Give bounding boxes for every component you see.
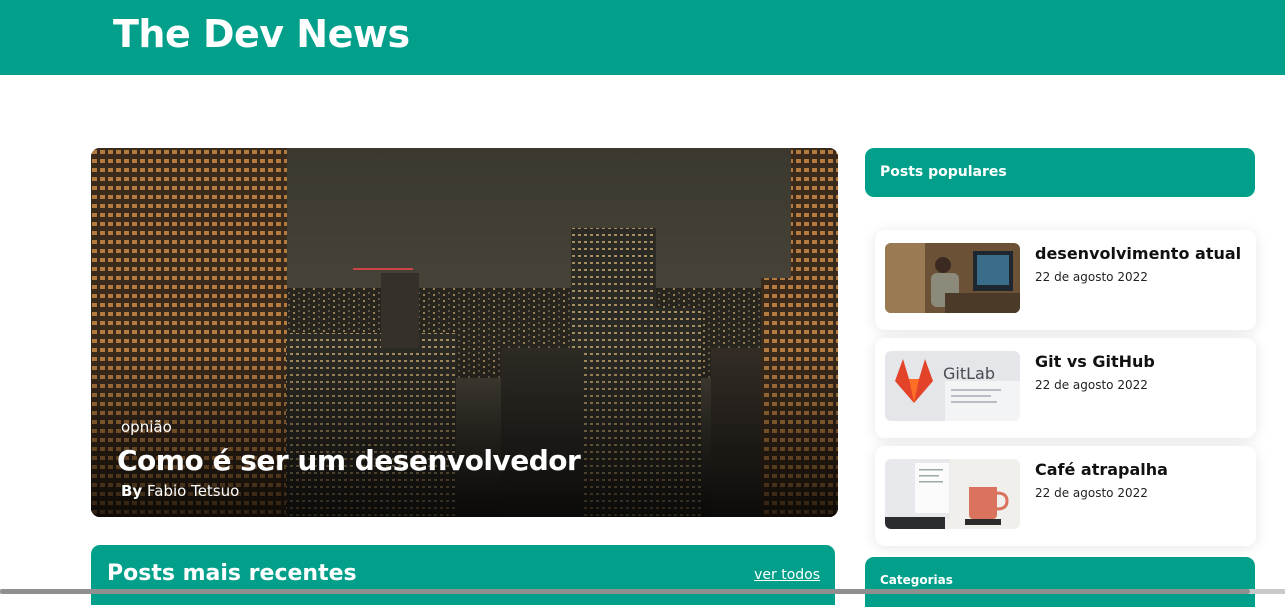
popular-post-title[interactable]: Git vs GitHub (1035, 352, 1155, 371)
site-header: The Dev News (0, 0, 1285, 75)
developer-at-desk-image (885, 243, 1020, 313)
categories-title: Categorias (880, 573, 953, 587)
popular-posts-title: Posts populares (880, 164, 1007, 180)
byline-prefix: By (121, 482, 143, 500)
featured-post[interactable]: opnião Como é ser um desenvolvedor By Fa… (91, 148, 838, 517)
recent-posts-title: Posts mais recentes (107, 561, 357, 586)
featured-post-title[interactable]: Como é ser um desenvolvedor (117, 444, 581, 477)
popular-post-date: 22 de agosto 2022 (1035, 486, 1148, 500)
popular-post-date: 22 de agosto 2022 (1035, 378, 1148, 392)
featured-post-byline: By Fabio Tetsuo (121, 482, 239, 500)
popular-post-card[interactable]: GitLab Git vs GitHub 22 de agosto 2022 (875, 338, 1256, 438)
featured-post-author[interactable]: Fabio Tetsuo (147, 482, 239, 500)
see-all-link[interactable]: ver todos (754, 567, 820, 583)
popular-post-card[interactable]: Café atrapalha 22 de agosto 2022 (875, 446, 1256, 546)
popular-post-title[interactable]: Café atrapalha (1035, 460, 1168, 479)
popular-posts-header: Posts populares (865, 148, 1255, 197)
popular-post-title[interactable]: desenvolvimento atual (1035, 244, 1241, 263)
featured-post-category[interactable]: opnião (121, 418, 172, 436)
coffee-mug-image (885, 459, 1020, 529)
svg-text:GitLab: GitLab (943, 364, 995, 383)
popular-post-date: 22 de agosto 2022 (1035, 270, 1148, 284)
gitlab-logo-image: GitLab (885, 351, 1020, 421)
scrollbar-thumb[interactable] (0, 589, 1250, 594)
site-title[interactable]: The Dev News (113, 12, 410, 56)
horizontal-scrollbar[interactable] (0, 589, 1285, 594)
popular-post-card[interactable]: desenvolvimento atual 22 de agosto 2022 (875, 230, 1256, 330)
categories-header: Categorias (865, 557, 1255, 607)
recent-posts-header: Posts mais recentes ver todos (91, 545, 835, 605)
